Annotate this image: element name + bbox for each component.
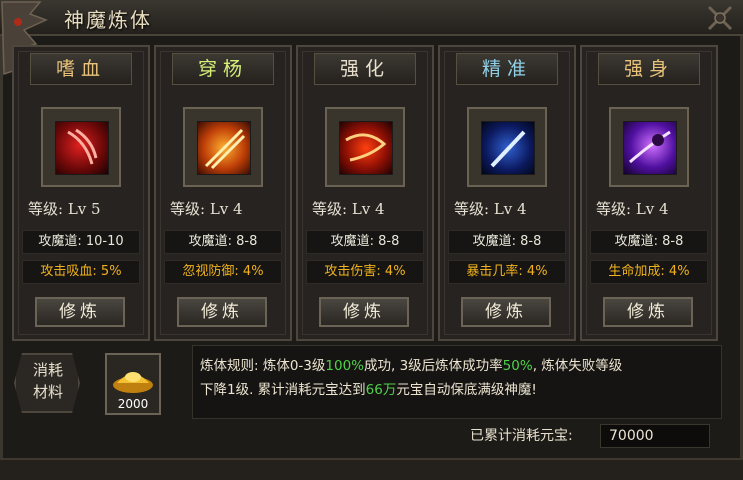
consume-materials: 消耗 材料 2000 — [10, 347, 188, 419]
level-text: 等级: Lv 5 — [28, 200, 101, 218]
material-quantity: 2000 — [117, 397, 149, 411]
gold-ingot-icon — [113, 372, 153, 393]
refine-panel-jingzhun: 精准 等级: Lv 4 攻魔道: 8-8 暴击几率: 4% 修炼 — [438, 45, 576, 341]
consume-label: 消耗 材料 — [28, 359, 68, 403]
panel-border — [18, 51, 144, 335]
panel-title: 嗜血 — [30, 53, 132, 85]
train-button[interactable]: 修炼 — [35, 297, 125, 327]
bottom-border — [0, 458, 743, 480]
bonus-stat: 生命加成: 4% — [590, 260, 708, 284]
attack-stat: 攻魔道: 8-8 — [448, 230, 566, 254]
train-button[interactable]: 修炼 — [603, 297, 693, 327]
total-spent-value: 70000 — [600, 424, 710, 448]
train-button[interactable]: 修炼 — [319, 297, 409, 327]
refine-panel-qiangshen: 强身 等级: Lv 4 攻魔道: 8-8 生命加成: 4% 修炼 — [580, 45, 718, 341]
panel-border — [444, 51, 570, 335]
window-title: 神魔炼体 — [64, 8, 152, 32]
level-text: 等级: Lv 4 — [596, 200, 669, 218]
consume-label-line2: 材料 — [32, 383, 63, 401]
refine-panel-qianghua: 强化 等级: Lv 4 攻魔道: 8-8 攻击伤害: 4% 修炼 — [296, 45, 434, 341]
panel-title: 穿杨 — [172, 53, 274, 85]
bonus-stat: 暴击几率: 4% — [448, 260, 566, 284]
total-spent-label: 已累计消耗元宝: — [470, 428, 573, 444]
refine-panel-chuanyang: 穿杨 等级: Lv 4 攻魔道: 8-8 忽视防御: 4% 修炼 — [154, 45, 292, 341]
material-slot[interactable]: 2000 — [105, 353, 161, 415]
skill-icon-frame — [183, 107, 263, 187]
skill-icon-frame — [325, 107, 405, 187]
bonus-stat: 攻击吸血: 5% — [22, 260, 140, 284]
panel-border — [586, 51, 712, 335]
train-button[interactable]: 修炼 — [177, 297, 267, 327]
panel-title: 精准 — [456, 53, 558, 85]
bleed-claw-icon — [55, 121, 109, 175]
level-text: 等级: Lv 4 — [312, 200, 385, 218]
bonus-stat: 忽视防御: 4% — [164, 260, 282, 284]
panel-title: 强化 — [314, 53, 416, 85]
panel-border — [160, 51, 286, 335]
attack-stat: 攻魔道: 8-8 — [306, 230, 424, 254]
rules-line-2: 下降1级. 累计消耗元宝达到66万元宝自动保底满级神魔! — [200, 382, 537, 398]
rules-text-box: 炼体规则: 炼体0-3级100%成功, 3级后炼体成功率50%, 炼体失败等级 … — [192, 345, 722, 419]
refine-panel-shixue: 嗜血 等级: Lv 5 攻魔道: 10-10 攻击吸血: 5% 修炼 — [12, 45, 150, 341]
attack-stat: 攻魔道: 8-8 — [590, 230, 708, 254]
train-button[interactable]: 修炼 — [461, 297, 551, 327]
purple-strike-icon — [623, 121, 677, 175]
attack-stat: 攻魔道: 8-8 — [164, 230, 282, 254]
consume-label-line1: 消耗 — [32, 361, 63, 379]
close-icon[interactable] — [705, 3, 735, 33]
level-text: 等级: Lv 4 — [170, 200, 243, 218]
skill-icon-frame — [609, 107, 689, 187]
skill-icon-frame — [467, 107, 547, 187]
panel-title: 强身 — [598, 53, 700, 85]
blue-sword-icon — [481, 121, 535, 175]
panel-border — [302, 51, 428, 335]
pierce-blade-icon — [197, 121, 251, 175]
skill-icon-frame — [41, 107, 121, 187]
rules-line-1: 炼体规则: 炼体0-3级100%成功, 3级后炼体成功率50%, 炼体失败等级 — [200, 358, 623, 374]
bonus-stat: 攻击伤害: 4% — [306, 260, 424, 284]
fire-whip-icon — [339, 121, 393, 175]
level-text: 等级: Lv 4 — [454, 200, 527, 218]
attack-stat: 攻魔道: 10-10 — [22, 230, 140, 254]
